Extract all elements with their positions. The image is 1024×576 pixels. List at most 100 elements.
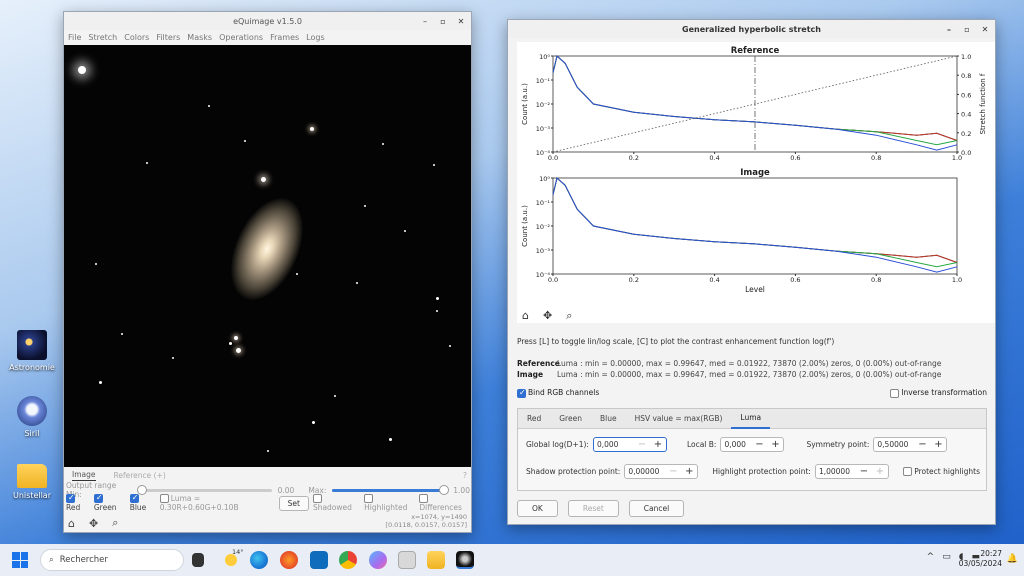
spin-value[interactable]: 0,50000	[874, 440, 914, 449]
checkbox-unchecked	[419, 494, 429, 504]
zoom-icon[interactable]: ⌕	[566, 309, 572, 323]
y2-tick-label: 0.2	[961, 130, 971, 138]
spin-value[interactable]: 0,000	[721, 440, 751, 449]
highlight-protection-spinbox[interactable]: 1,00000 − +	[814, 464, 889, 479]
close-icon[interactable]: ✕	[455, 17, 467, 26]
desktop-icon-astronomie[interactable]: Astronomie	[8, 330, 56, 372]
output-min-slider[interactable]	[136, 484, 272, 495]
chrome-icon[interactable]	[339, 551, 357, 569]
differences-checkbox[interactable]: Differences	[419, 494, 470, 512]
close-icon[interactable]: ✕	[979, 25, 991, 34]
start-button[interactable]	[12, 552, 28, 568]
checkbox-checked	[517, 388, 526, 398]
chevron-up-icon[interactable]: ^	[927, 552, 935, 562]
global-log-spinbox[interactable]: 0,000 − +	[592, 437, 667, 452]
minus-icon[interactable]: −	[856, 466, 872, 477]
menu-masks[interactable]: Masks	[187, 33, 212, 42]
highlighted-checkbox[interactable]: Highlighted	[364, 494, 415, 512]
outlook-icon[interactable]	[310, 551, 328, 569]
shadow-protection-spinbox[interactable]: 0,00000 − +	[624, 464, 699, 479]
plus-icon[interactable]: +	[872, 466, 888, 477]
notification-icon[interactable]: 🔔	[1007, 554, 1018, 564]
reset-button[interactable]: Reset	[567, 500, 619, 517]
blue-checkbox[interactable]: Blue	[129, 493, 156, 512]
desktop-icon-unistellar[interactable]: Unistellar	[8, 460, 56, 500]
image-label: Image	[517, 370, 544, 379]
minus-icon[interactable]: −	[665, 466, 681, 477]
spin-value[interactable]: 1,00000	[816, 467, 856, 476]
plus-icon[interactable]: +	[767, 439, 783, 450]
desktop-icon-label: Siril	[24, 429, 40, 438]
file-explorer-icon[interactable]	[427, 551, 445, 569]
minus-icon[interactable]: −	[634, 439, 650, 450]
minus-icon[interactable]: −	[914, 439, 930, 450]
app-icon[interactable]	[398, 551, 416, 569]
tab-reference[interactable]: Reference (+)	[114, 471, 166, 480]
search-box[interactable]: ⌕ Rechercher	[40, 549, 184, 571]
tab-image[interactable]: Image	[72, 470, 96, 481]
green-checkbox[interactable]: Green	[93, 493, 126, 512]
symmetry-point-spinbox[interactable]: 0,50000 − +	[873, 437, 948, 452]
help-tab[interactable]: ?	[463, 471, 467, 480]
plus-icon[interactable]: +	[681, 466, 697, 477]
red-checkbox[interactable]: Red	[66, 493, 90, 512]
network-icon[interactable]: ▭	[942, 552, 951, 562]
task-view-icon[interactable]	[192, 553, 204, 567]
local-b-spinbox[interactable]: 0,000 − +	[720, 437, 785, 452]
image-canvas[interactable]	[64, 45, 471, 467]
menu-operations[interactable]: Operations	[219, 33, 263, 42]
maximize-icon[interactable]: ▫	[961, 25, 973, 34]
luma-checkbox[interactable]: Luma = 0.30R+0.60G+0.10B	[159, 494, 275, 512]
menu-frames[interactable]: Frames	[270, 33, 299, 42]
x-tick-label: 0.4	[709, 276, 719, 284]
plus-icon[interactable]: +	[930, 439, 946, 450]
pan-icon[interactable]: ✥	[89, 517, 98, 530]
ok-button[interactable]: OK	[517, 500, 558, 517]
plot-frame	[552, 177, 958, 275]
galaxy-image	[216, 187, 318, 311]
menu-logs[interactable]: Logs	[306, 33, 324, 42]
menu-filters[interactable]: Filters	[156, 33, 180, 42]
tab-blue[interactable]: Blue	[591, 409, 626, 429]
spin-value[interactable]: 0,000	[594, 440, 634, 449]
bind-rgb-checkbox[interactable]: Bind RGB channels	[517, 388, 599, 398]
tab-luma[interactable]: Luma	[731, 409, 771, 429]
desktop-icon-siril[interactable]: Siril	[8, 396, 56, 438]
spin-value[interactable]: 0,00000	[625, 467, 665, 476]
copilot-icon[interactable]	[369, 551, 387, 569]
histogram-svg: Reference10⁰10⁻¹10⁻²10⁻³10⁻⁴0.0 0.2 0.4 0.6…	[521, 46, 987, 294]
set-button[interactable]: Set	[278, 495, 309, 511]
menu-file[interactable]: File	[68, 33, 81, 42]
tab-red[interactable]: Red	[518, 409, 550, 429]
y-axis-label: Count (a.u.)	[521, 83, 529, 125]
tab-green[interactable]: Green	[550, 409, 591, 429]
equimage-taskbar-icon[interactable]	[456, 551, 474, 569]
inverse-transformation-checkbox[interactable]: Inverse transformation	[890, 388, 987, 398]
output-max-slider[interactable]	[332, 484, 450, 495]
title-bar[interactable]: Generalized hyperbolic stretch – ▫ ✕	[508, 20, 995, 38]
cancel-button[interactable]: Cancel	[628, 500, 685, 517]
title-bar[interactable]: eQuimage v1.5.0 – ▫ ✕	[64, 12, 471, 30]
y-axis-label: Count (a.u.)	[521, 205, 529, 247]
edge-icon[interactable]	[250, 551, 268, 569]
protect-highlights-checkbox[interactable]: Protect highlights	[903, 467, 980, 477]
checkbox-label: Bind RGB channels	[528, 388, 600, 397]
minimize-icon[interactable]: –	[943, 25, 955, 34]
home-icon[interactable]: ⌂	[68, 517, 75, 530]
home-icon[interactable]: ⌂	[522, 309, 529, 323]
clock[interactable]: 20:27 03/05/2024	[959, 549, 1002, 569]
firefox-icon[interactable]	[280, 551, 298, 569]
menu-stretch[interactable]: Stretch	[88, 33, 117, 42]
pan-icon[interactable]: ✥	[543, 309, 552, 323]
maximize-icon[interactable]: ▫	[437, 17, 449, 26]
star	[312, 421, 315, 424]
minimize-icon[interactable]: –	[419, 17, 431, 26]
star	[78, 66, 86, 74]
minus-icon[interactable]: −	[751, 439, 767, 450]
shadowed-checkbox[interactable]: Shadowed	[312, 494, 360, 512]
tab-hsv-value[interactable]: HSV value = max(RGB)	[626, 409, 732, 429]
menu-colors[interactable]: Colors	[124, 33, 149, 42]
plus-icon[interactable]: +	[650, 439, 666, 450]
zoom-icon[interactable]: ⌕	[112, 516, 118, 530]
histogram-plot[interactable]: Reference 10⁰ 10⁻¹ 10⁻² 10⁻³ 10⁻⁴ 0.0 0.2 0.4 0.6…	[517, 42, 995, 323]
